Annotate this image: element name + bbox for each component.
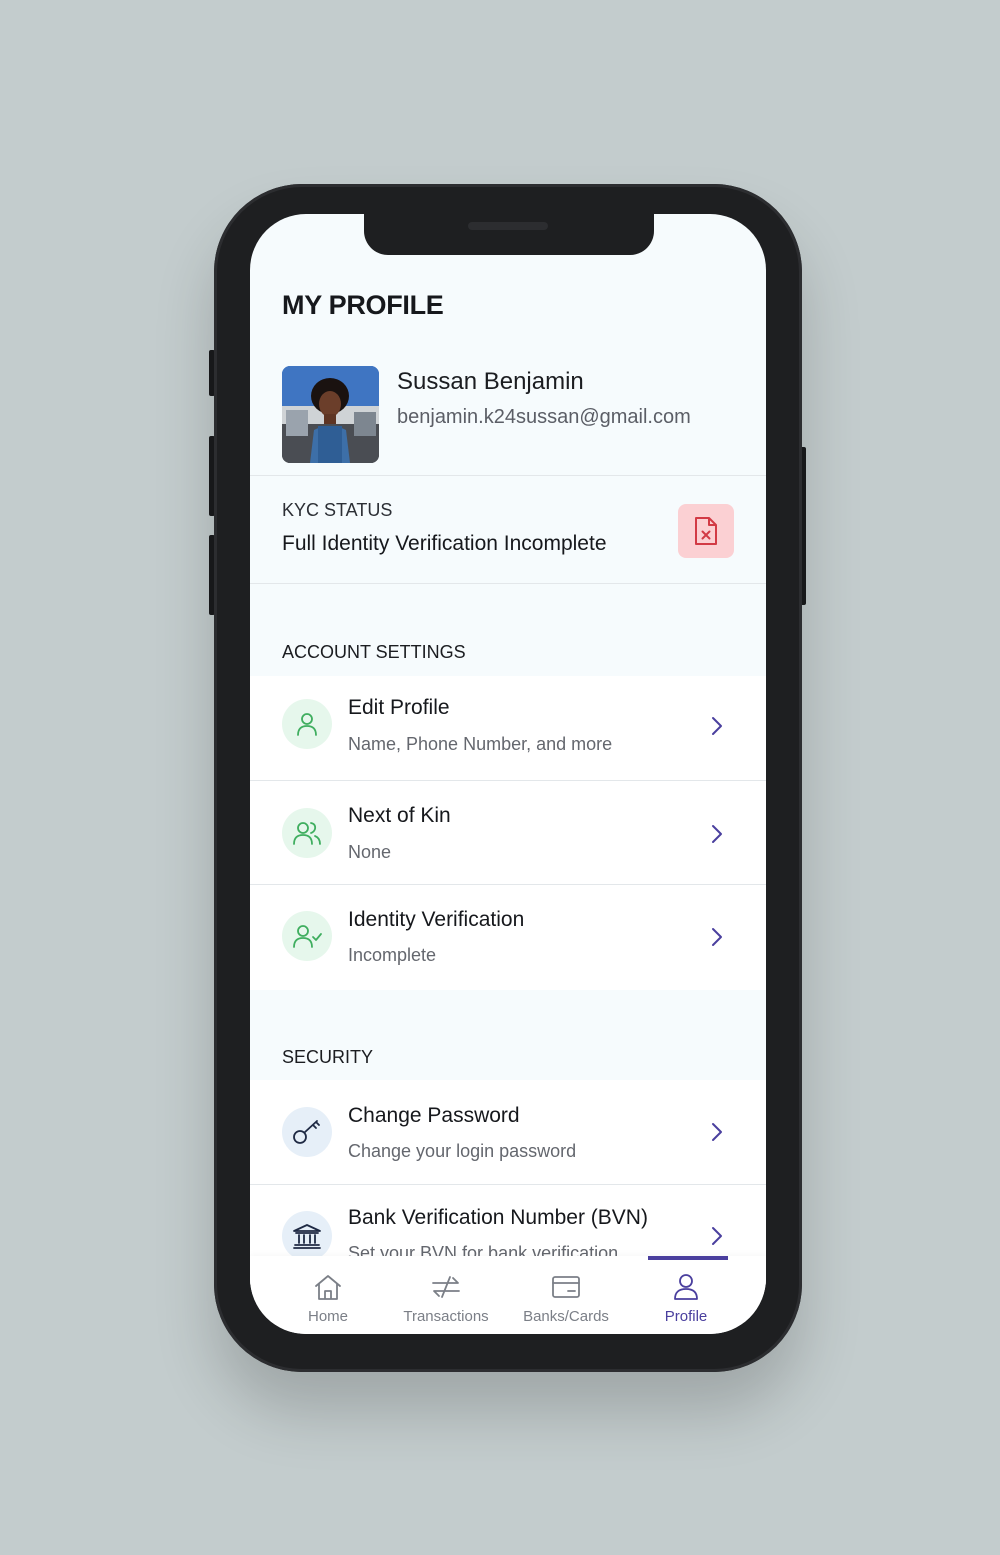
file-x-icon xyxy=(695,517,717,545)
user-icon xyxy=(674,1274,698,1300)
settings-item-title: Change Password xyxy=(348,1104,520,1127)
notch xyxy=(364,214,654,255)
profile-email: benjamin.k24sussan@gmail.com xyxy=(397,406,691,428)
tab-home[interactable]: Home xyxy=(268,1256,388,1334)
tab-banks-cards[interactable]: Banks/Cards xyxy=(506,1256,626,1334)
settings-item-subtitle: Name, Phone Number, and more xyxy=(348,734,613,754)
settings-item-title: Edit Profile xyxy=(348,696,450,719)
settings-item-subtitle: Incomplete xyxy=(348,945,437,965)
profile-card[interactable]: Sussan Benjamin benjamin.k24sussan@gmail… xyxy=(250,346,766,476)
kyc-status-badge[interactable] xyxy=(678,504,734,558)
bottom-tab-bar: Home Transactions Banks/Cards Profile xyxy=(250,1256,766,1334)
avatar-photo xyxy=(282,366,379,463)
settings-item-edit-profile[interactable]: Edit Profile Name, Phone Number, and mor… xyxy=(250,676,766,780)
user-check-icon xyxy=(282,911,332,961)
tab-transactions[interactable]: Transactions xyxy=(386,1256,506,1334)
chevron-right-icon[interactable] xyxy=(708,926,726,948)
settings-item-identity-verification[interactable]: Identity Verification Incomplete xyxy=(250,885,766,990)
section-label-security: SECURITY xyxy=(282,1047,374,1067)
settings-item-next-of-kin[interactable]: Next of Kin None xyxy=(250,781,766,884)
section-label-account-settings: ACCOUNT SETTINGS xyxy=(282,642,466,662)
avatar[interactable] xyxy=(282,366,379,463)
key-icon xyxy=(282,1107,332,1157)
settings-item-title: Identity Verification xyxy=(348,908,525,931)
tab-label: Banks/Cards xyxy=(523,1308,609,1325)
users-icon xyxy=(282,808,332,858)
chevron-right-icon[interactable] xyxy=(708,823,726,845)
user-icon xyxy=(282,699,332,749)
settings-item-title: Next of Kin xyxy=(348,804,451,827)
home-icon xyxy=(315,1275,341,1300)
phone-screen: MY PROFILE Sussan Benjamin benjamin.k24s… xyxy=(250,214,766,1334)
divider xyxy=(250,475,766,476)
tab-profile[interactable]: Profile xyxy=(626,1256,746,1334)
bank-icon xyxy=(282,1211,332,1261)
tab-label: Home xyxy=(307,1308,348,1325)
divider xyxy=(250,583,766,584)
tab-label: Transactions xyxy=(403,1308,489,1325)
card-icon xyxy=(552,1276,580,1298)
page-title: MY PROFILE xyxy=(282,290,444,320)
transfer-icon xyxy=(432,1276,460,1298)
chevron-right-icon[interactable] xyxy=(708,715,726,737)
kyc-status-text: Full Identity Verification Incomplete xyxy=(282,532,607,555)
chevron-right-icon[interactable] xyxy=(708,1121,726,1143)
chevron-right-icon[interactable] xyxy=(708,1225,726,1247)
speaker-grille xyxy=(468,222,548,230)
settings-item-subtitle: None xyxy=(348,842,392,862)
settings-item-subtitle: Change your login password xyxy=(348,1141,577,1161)
profile-name: Sussan Benjamin xyxy=(397,368,584,395)
kyc-status-label: KYC STATUS xyxy=(282,500,393,520)
settings-item-change-password[interactable]: Change Password Change your login passwo… xyxy=(250,1080,766,1184)
tab-label: Profile xyxy=(664,1308,708,1325)
settings-item-title: Bank Verification Number (BVN) xyxy=(348,1206,648,1229)
